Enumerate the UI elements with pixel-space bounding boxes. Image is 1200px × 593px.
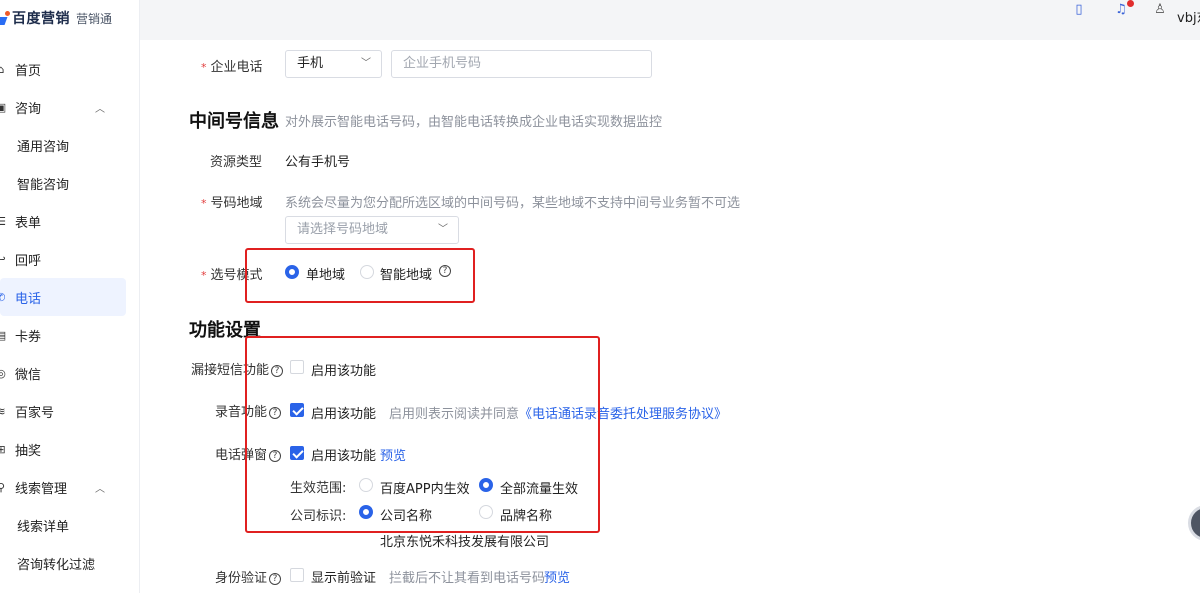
chevron-down-icon: ﹀ [361, 58, 371, 69]
sidebar-item-label: 电话 [15, 291, 42, 307]
chevron-up-icon: ︿ [95, 104, 105, 115]
sidebar-item-callback[interactable]: ↩ 回呼 [0, 240, 140, 278]
sidebar-item-label: 首页 [15, 63, 42, 79]
sidebar-item-consult[interactable]: ▣ 咨询 ︿ [0, 88, 140, 126]
highlight-box [245, 336, 600, 533]
product-name: 营销通 [76, 11, 113, 26]
region-select[interactable]: 请选择号码地域 ﹀ [285, 216, 459, 244]
highlight-box [245, 248, 475, 303]
sidebar-item-wechat[interactable]: ◎ 微信 [0, 354, 140, 392]
sidebar-item-phone[interactable]: ✆ 电话 [0, 278, 126, 316]
identity-hint: 拦截后不让其看到电话号码 [389, 571, 546, 586]
brand-name: 百度营销 [12, 11, 70, 27]
notification-dot [1127, 0, 1134, 7]
gift-icon: ⊞ [0, 442, 6, 456]
sidebar-item-label: 抽奖 [15, 443, 42, 459]
middle-number-title: 中间号信息 [189, 111, 279, 132]
chevron-up-icon: ︿ [95, 484, 105, 495]
middle-number-desc: 对外展示智能电话号码，由智能电话转换成企业电话实现数据监控 [285, 115, 663, 130]
identity-preview-link[interactable]: 预览 [544, 567, 570, 586]
sidebar-item-general-consult[interactable]: 通用咨询 [0, 126, 140, 164]
company-phone-label: * 企业电话 [201, 60, 263, 75]
sidebar-item-lottery[interactable]: ⊞ 抽奖 [0, 430, 140, 468]
company-name-value: 北京东悦禾科技发展有限公司 [380, 535, 550, 550]
sidebar-item-conversion-filter[interactable]: 咨询转化过滤 [0, 544, 140, 582]
brand-logo[interactable]: 百度营销 营销通 [0, 8, 112, 28]
sidebar-item-label: 智能咨询 [17, 177, 70, 193]
sidebar-item-label: 线索详单 [17, 519, 70, 535]
chat-icon: ▣ [0, 100, 7, 114]
region-label: * 号码地域 [201, 196, 263, 211]
sidebar-item-label: 咨询转化过滤 [17, 557, 96, 573]
wechat-icon: ◎ [0, 366, 6, 380]
baijiahao-icon: ≋ [0, 404, 6, 418]
sidebar-item-form[interactable]: ☰ 表单 [0, 202, 140, 240]
baidu-logo-icon [0, 11, 10, 25]
chevron-down-icon: ﹀ [438, 224, 448, 235]
sidebar-item-label: 回呼 [15, 253, 42, 269]
resource-type-label: 资源类型 [210, 155, 263, 170]
sidebar-item-coupon[interactable]: ▤ 卡券 [0, 316, 140, 354]
sidebar-item-baijiahao[interactable]: ≋ 百家号 [0, 392, 140, 430]
sidebar-item-label: 微信 [15, 367, 42, 383]
clipboard-icon[interactable]: ▯ [1070, 0, 1088, 18]
sidebar-nav: ⌂ 首页 ▣ 咨询 ︿ 通用咨询 智能咨询 ☰ 表单 ↩ 回呼 ✆ 电话 ▤ 卡… [0, 50, 140, 582]
phone-type-value: 手机 [297, 56, 324, 71]
sidebar-item-label: 百家号 [15, 405, 55, 421]
form-icon: ☰ [0, 214, 6, 228]
phone-type-select[interactable]: 手机 ﹀ [285, 50, 382, 78]
region-placeholder: 请选择号码地域 [297, 222, 389, 237]
resource-type-value: 公有手机号 [285, 155, 351, 170]
home-icon: ⌂ [0, 62, 5, 76]
phone-icon: ✆ [0, 290, 6, 304]
sidebar-item-label: 卡券 [15, 329, 42, 345]
sidebar-item-label: 通用咨询 [17, 139, 70, 155]
sidebar-item-lead-details[interactable]: 线索详单 [0, 506, 140, 544]
sidebar: 百度营销 营销通 ⌂ 首页 ▣ 咨询 ︿ 通用咨询 智能咨询 ☰ 表单 ↩ 回呼… [0, 0, 140, 593]
help-icon[interactable]: ? [269, 573, 282, 585]
leads-icon: ⚲ [0, 480, 6, 494]
sidebar-item-home[interactable]: ⌂ 首页 [0, 50, 140, 88]
company-phone-input[interactable]: 企业手机号码 [391, 50, 652, 78]
identity-checkbox[interactable] [290, 568, 304, 582]
username[interactable]: vbj东 [1177, 7, 1200, 26]
coupon-icon: ▤ [0, 328, 7, 342]
region-hint: 系统会尽量为您分配所选区域的中间号码，某些地域不支持中间号业务暂不可选 [285, 196, 741, 211]
sidebar-item-label: 线索管理 [15, 481, 68, 497]
sidebar-item-label: 咨询 [15, 101, 42, 117]
identity-label: 身份验证? [215, 567, 282, 586]
company-phone-placeholder: 企业手机号码 [403, 56, 482, 71]
sidebar-item-leads[interactable]: ⚲ 线索管理 ︿ [0, 468, 140, 506]
sidebar-item-label: 表单 [15, 215, 42, 231]
sidebar-item-smart-consult[interactable]: 智能咨询 [0, 164, 140, 202]
callback-icon: ↩ [0, 252, 6, 266]
identity-text: 显示前验证 [311, 571, 377, 586]
user-icon[interactable]: ♙ [1151, 0, 1169, 18]
